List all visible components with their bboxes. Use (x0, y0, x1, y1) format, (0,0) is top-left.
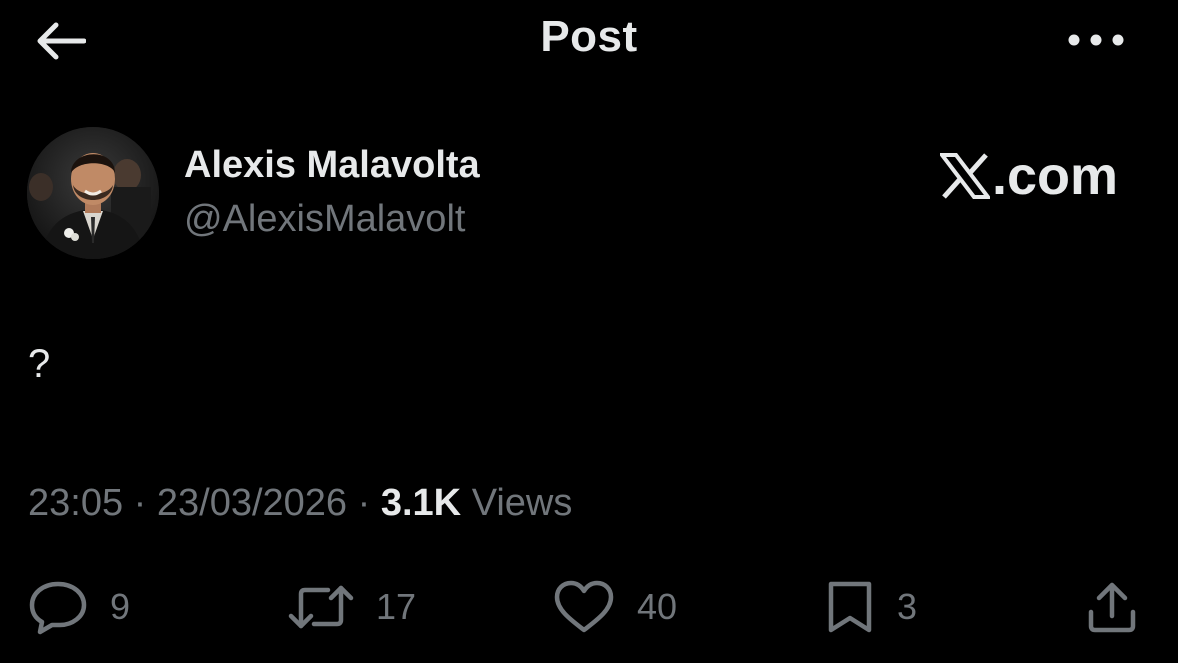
more-horizontal-icon (1068, 34, 1124, 46)
avatar-photo (27, 127, 159, 259)
repost-count: 17 (376, 586, 417, 627)
post-text: ? (28, 342, 51, 386)
share-button[interactable] (1085, 578, 1139, 636)
views-label: Views (471, 482, 573, 524)
reply-button[interactable]: 9 (28, 578, 130, 636)
bookmark-icon (828, 581, 872, 633)
reply-count: 9 (110, 586, 131, 627)
post-time[interactable]: 23:05 (28, 482, 123, 524)
avatar[interactable] (27, 127, 159, 259)
x-com-watermark: .com (940, 146, 1118, 206)
post-date[interactable]: 23/03/2026 (157, 482, 347, 524)
like-count: 40 (637, 586, 678, 627)
views-count: 3.1K (380, 482, 462, 524)
post-meta: 23:05 · 23/03/2026 · 3.1K Views (28, 482, 572, 525)
bookmark-button[interactable]: 3 (825, 578, 917, 636)
author-display-name[interactable]: Alexis Malavolta (184, 144, 480, 187)
meta-separator: · (133, 482, 147, 524)
x-com-logo-text: .com (992, 146, 1119, 206)
page-title: Post (540, 12, 638, 61)
heart-icon (554, 580, 614, 633)
meta-separator: · (357, 482, 371, 524)
repost-icon (288, 585, 354, 629)
author-handle[interactable]: @AlexisMalavolt (184, 198, 465, 241)
share-icon (1088, 582, 1136, 633)
x-logo-icon (940, 153, 990, 199)
bookmark-count: 3 (897, 586, 918, 627)
more-options-button[interactable] (1060, 20, 1132, 60)
post-detail-screen: Post Alexis Malavolta @AlexisMalavolt .c… (0, 0, 1178, 663)
reply-icon (29, 581, 87, 635)
repost-button[interactable]: 17 (288, 578, 416, 636)
like-button[interactable]: 40 (553, 578, 677, 636)
